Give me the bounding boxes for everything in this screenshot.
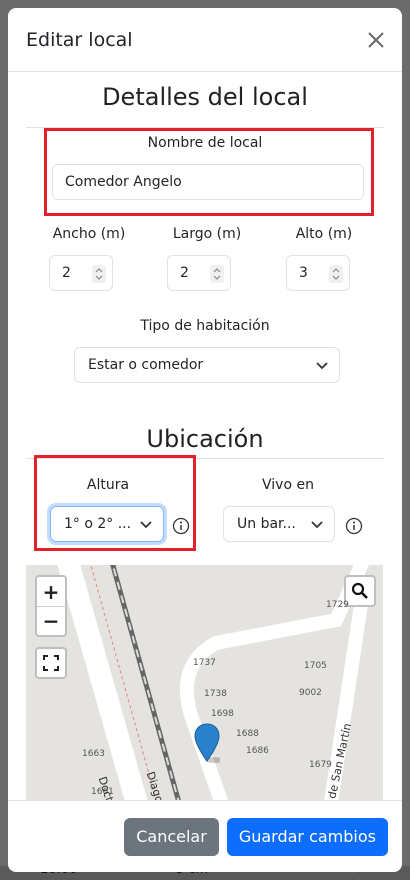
info-icon[interactable] [172, 517, 190, 535]
chevron-down-icon [310, 517, 324, 531]
map-label: 1686 [246, 746, 269, 756]
edit-room-modal: Editar local Detalles del local Nombre d… [8, 8, 402, 872]
dwelling-type-label: Vivo en [262, 477, 314, 493]
width-value: 2 [62, 265, 71, 281]
floor-level-value: 1° o 2° ... [64, 516, 132, 532]
dwelling-type-value: Un bar... [237, 516, 296, 532]
height-value: 3 [299, 265, 308, 281]
fullscreen-icon[interactable] [35, 647, 67, 679]
height-input[interactable]: 3 [286, 255, 350, 291]
close-icon[interactable] [364, 28, 388, 52]
map-marker-icon[interactable] [194, 723, 220, 763]
map-label: 1729 [326, 600, 349, 610]
map-label: 1688 [236, 729, 259, 739]
map-label: 1698 [211, 709, 234, 719]
cancel-button[interactable]: Cancelar [124, 817, 219, 856]
spinner-icon[interactable] [92, 265, 106, 283]
zoom-out-button[interactable]: − [37, 606, 65, 635]
modal-footer: Cancelar Guardar cambios [8, 800, 402, 872]
room-type-label: Tipo de habitación [140, 318, 270, 334]
length-input[interactable]: 2 [167, 255, 231, 291]
height-label: Alto (m) [295, 226, 353, 242]
location-section-title: Ubicación [146, 425, 264, 453]
map-label: 9002 [299, 688, 322, 698]
room-name-label: Nombre de local [147, 135, 263, 151]
map-label: 1663 [82, 749, 105, 759]
floor-level-label: Altura [86, 477, 130, 493]
map-label: 1705 [304, 661, 327, 671]
length-value: 2 [180, 265, 189, 281]
map-label: 1737 [193, 658, 216, 668]
zoom-controls: + − [35, 575, 67, 637]
info-icon[interactable] [345, 517, 363, 535]
chevron-down-icon [139, 517, 153, 531]
floor-level-select[interactable]: 1° o 2° ... [50, 506, 164, 542]
map-label: 1738 [204, 689, 227, 699]
modal-title: Editar local [26, 28, 133, 51]
room-type-select[interactable]: Estar o comedor [74, 347, 340, 383]
spinner-icon[interactable] [329, 265, 343, 283]
modal-body: Detalles del local Nombre de local Comed… [8, 73, 402, 800]
dwelling-type-select[interactable]: Un bar... [223, 506, 335, 542]
location-map[interactable]: + − 1729 1737 1705 1738 9002 1698 1688 1… [26, 565, 383, 800]
width-input[interactable]: 2 [49, 255, 113, 291]
zoom-in-button[interactable]: + [37, 577, 65, 606]
width-label: Ancho (m) [52, 226, 126, 242]
room-name-input[interactable]: Comedor Angelo [52, 164, 364, 200]
spinner-icon[interactable] [210, 265, 224, 283]
modal-header: Editar local [8, 8, 402, 72]
details-section-title: Detalles del local [102, 83, 308, 111]
room-type-value: Estar o comedor [88, 357, 204, 373]
length-label: Largo (m) [172, 226, 242, 242]
map-label: 1679 [309, 760, 332, 770]
save-changes-button[interactable]: Guardar cambios [226, 817, 388, 856]
chevron-down-icon [315, 358, 329, 372]
